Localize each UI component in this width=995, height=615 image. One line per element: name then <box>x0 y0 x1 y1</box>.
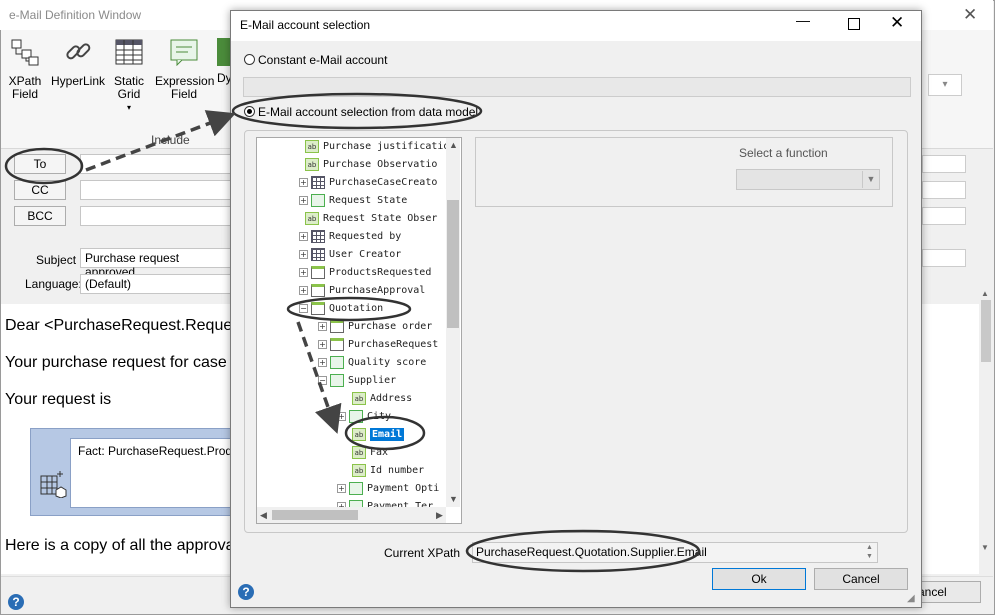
dashed-arrow-to-datamodel <box>85 110 236 172</box>
callout-to-button <box>4 147 84 185</box>
callout-datamodel-option <box>231 92 483 130</box>
callout-quotation-node <box>286 296 412 322</box>
dashed-arrow-quotation-to-email <box>296 321 342 434</box>
callout-current-xpath <box>465 529 701 573</box>
annotation-overlay <box>4 92 701 573</box>
callout-email-node <box>344 415 426 451</box>
